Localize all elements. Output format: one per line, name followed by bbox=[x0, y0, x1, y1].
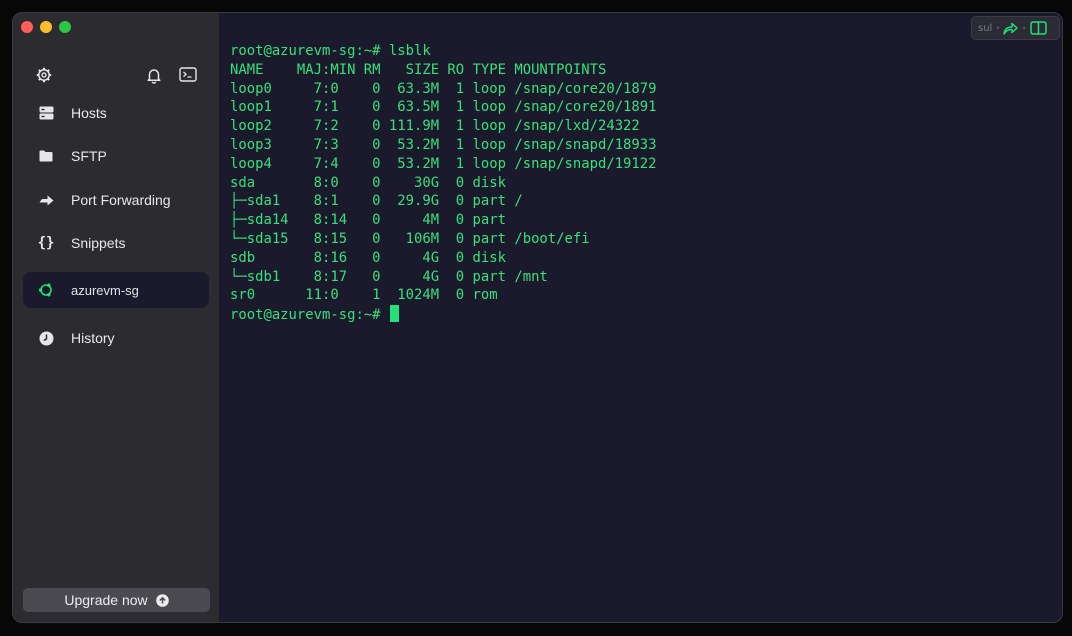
terminal-line: loop0 7:0 0 63.3M 1 loop /snap/core20/18… bbox=[230, 80, 657, 97]
terminal-line: sda 8:0 0 30G 0 disk bbox=[230, 174, 506, 191]
sidebar: Hosts SFTP Port Forwarding {} Snippets a… bbox=[13, 13, 219, 622]
sidebar-item-port-forwarding[interactable]: Port Forwarding bbox=[23, 182, 209, 218]
sidebar-item-label: Hosts bbox=[71, 105, 107, 121]
terminal-cursor bbox=[389, 305, 399, 323]
close-window-button[interactable] bbox=[21, 21, 33, 33]
sidebar-item-label: SFTP bbox=[71, 148, 107, 164]
sidebar-item-hosts[interactable]: Hosts bbox=[23, 95, 209, 131]
terminal-line: NAME MAJ:MIN RM SIZE RO TYPE MOUNTPOINTS bbox=[230, 61, 607, 78]
terminal-line: ├─sda1 8:1 0 29.9G 0 part / bbox=[230, 193, 523, 210]
folder-icon bbox=[35, 150, 57, 162]
hosts-icon bbox=[35, 106, 57, 120]
sidebar-item-label: History bbox=[71, 330, 115, 346]
terminal-line: sr0 11:0 1 1024M 0 rom bbox=[230, 287, 498, 304]
share-icon[interactable] bbox=[1003, 22, 1019, 35]
app-window: Hosts SFTP Port Forwarding {} Snippets a… bbox=[12, 12, 1063, 623]
terminal-pane[interactable]: sul • • root@azurevm-sg:~# lsblk NAME MA… bbox=[219, 13, 1062, 622]
split-view-icon[interactable] bbox=[1029, 21, 1047, 35]
braces-icon: {} bbox=[37, 235, 55, 251]
toolbar-separator: • bbox=[996, 23, 1000, 33]
sidebar-item-label: Port Forwarding bbox=[71, 192, 171, 208]
sidebar-item-azurevm-sg[interactable]: azurevm-sg bbox=[23, 272, 209, 308]
terminal-line: sdb 8:16 0 4G 0 disk bbox=[230, 249, 506, 266]
sidebar-item-label: azurevm-sg bbox=[71, 282, 139, 298]
sidebar-item-history[interactable]: History bbox=[23, 320, 209, 356]
toolbar-text: sul bbox=[978, 22, 993, 34]
terminal-line: └─sda15 8:15 0 106M 0 part /boot/efi bbox=[230, 230, 590, 247]
sidebar-item-label: Snippets bbox=[71, 235, 126, 251]
terminal-toolbar: sul • • bbox=[971, 16, 1060, 40]
ubuntu-icon bbox=[35, 282, 57, 298]
terminal-line: └─sdb1 8:17 0 4G 0 part /mnt bbox=[230, 268, 548, 285]
terminal-line: root@azurevm-sg:~# lsblk bbox=[230, 43, 431, 59]
terminal-icon[interactable] bbox=[179, 67, 197, 82]
sidebar-item-snippets[interactable]: {} Snippets bbox=[23, 225, 209, 261]
terminal-line: loop3 7:3 0 53.2M 1 loop /snap/snapd/189… bbox=[230, 136, 657, 153]
maximize-window-button[interactable] bbox=[59, 21, 71, 33]
terminal-output[interactable]: root@azurevm-sg:~# lsblk NAME MAJ:MIN RM… bbox=[230, 42, 657, 325]
terminal-line: loop1 7:1 0 63.5M 1 loop /snap/core20/18… bbox=[230, 99, 657, 116]
arrow-up-circle-icon bbox=[155, 593, 169, 607]
terminal-line: loop4 7:4 0 53.2M 1 loop /snap/snapd/191… bbox=[230, 155, 657, 172]
minimize-window-button[interactable] bbox=[40, 21, 52, 33]
forward-arrow-icon bbox=[35, 194, 57, 207]
clock-icon bbox=[35, 331, 57, 346]
gear-icon[interactable] bbox=[36, 67, 52, 83]
bell-icon[interactable] bbox=[146, 67, 162, 84]
terminal-line: ├─sda14 8:14 0 4M 0 part bbox=[230, 212, 506, 229]
toolbar-separator: • bbox=[1022, 23, 1026, 33]
sidebar-item-sftp[interactable]: SFTP bbox=[23, 138, 209, 174]
upgrade-label: Upgrade now bbox=[64, 592, 148, 608]
terminal-line: loop2 7:2 0 111.9M 1 loop /snap/lxd/2432… bbox=[230, 118, 640, 135]
window-controls bbox=[21, 21, 71, 33]
terminal-prompt: root@azurevm-sg:~# bbox=[230, 307, 389, 324]
sidebar-top-icons bbox=[13, 67, 219, 87]
upgrade-button[interactable]: Upgrade now bbox=[23, 588, 210, 612]
